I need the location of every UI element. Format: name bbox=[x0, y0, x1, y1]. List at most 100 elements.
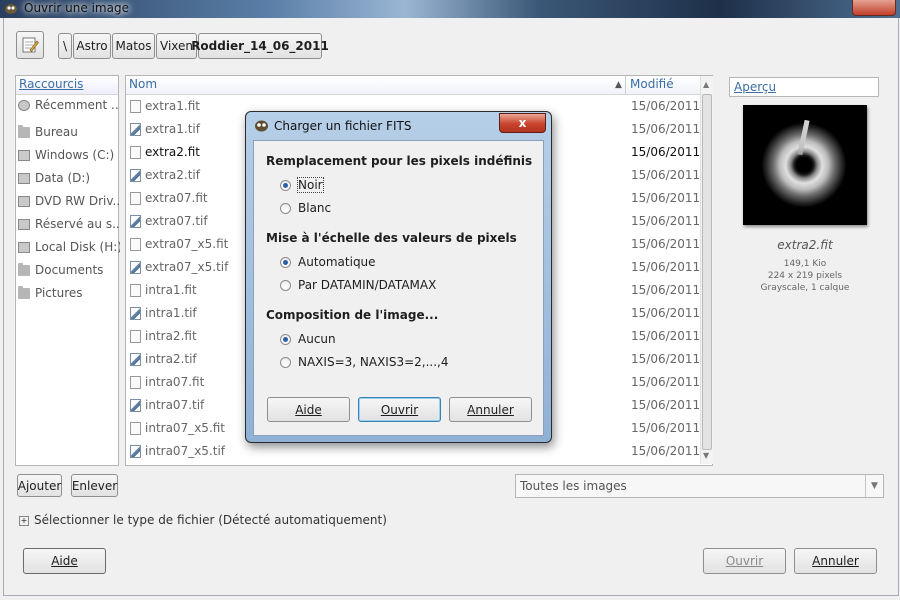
dialog-cancel-button[interactable]: Annuler bbox=[449, 397, 532, 422]
file-date: 15/06/2011 bbox=[631, 283, 701, 297]
gimp-app-icon bbox=[255, 120, 268, 132]
folder-icon bbox=[18, 262, 30, 276]
file-icon bbox=[130, 284, 141, 297]
radio-checked-icon bbox=[280, 256, 291, 268]
section-undefined-pixels: Remplacement pour les pixels indéfinis bbox=[266, 154, 533, 168]
place-desktop[interactable]: Bureau bbox=[18, 122, 120, 142]
file-name: intra07.tif bbox=[145, 398, 205, 412]
file-date: 15/06/2011 bbox=[631, 214, 701, 228]
file-date: 15/06/2011 bbox=[631, 421, 701, 435]
window-close-button[interactable] bbox=[852, 0, 896, 16]
image-file-icon bbox=[130, 399, 141, 412]
dialog-close-button[interactable]: x bbox=[499, 113, 546, 133]
preview-mode: Grayscale, 1 calque bbox=[760, 283, 850, 293]
help-button[interactable]: Aide bbox=[23, 548, 106, 574]
place-documents[interactable]: Documents bbox=[18, 260, 120, 280]
folder-icon bbox=[18, 285, 30, 299]
column-header-modified[interactable]: Modifié bbox=[630, 77, 674, 91]
folder-icon bbox=[18, 124, 30, 138]
place-windows-c[interactable]: Windows (C:) bbox=[18, 145, 120, 165]
radio-blanc[interactable]: Blanc bbox=[280, 201, 331, 215]
place-pictures[interactable]: Pictures bbox=[18, 283, 120, 303]
image-file-icon bbox=[130, 123, 141, 136]
file-date: 15/06/2011 bbox=[631, 375, 701, 389]
file-name: intra07_x5.tif bbox=[145, 444, 226, 458]
file-type-expander[interactable]: + Sélectionner le type de fichier (Détect… bbox=[19, 513, 387, 527]
file-name: extra07_x5.fit bbox=[145, 237, 229, 251]
file-icon bbox=[130, 376, 141, 389]
preview-filename: extra2.fit bbox=[777, 238, 833, 252]
places-header[interactable]: Raccourcis bbox=[16, 76, 118, 95]
place-reserved[interactable]: Réservé au s... bbox=[18, 214, 120, 234]
file-date: 15/06/2011 bbox=[631, 145, 701, 159]
dialog-title: Charger un fichier FITS bbox=[274, 119, 412, 133]
place-data-d[interactable]: Data (D:) bbox=[18, 168, 120, 188]
open-button[interactable]: Ouvrir bbox=[703, 548, 786, 574]
chevron-down-icon[interactable]: ▼ bbox=[865, 475, 883, 497]
add-bookmark-button[interactable]: Ajouter bbox=[17, 474, 62, 497]
place-local-disk-h[interactable]: Local Disk (H:) bbox=[18, 237, 120, 257]
file-name: extra07.tif bbox=[145, 214, 208, 228]
image-file-icon bbox=[130, 261, 141, 274]
preview-dimensions: 224 x 219 pixels bbox=[767, 271, 843, 281]
drive-icon bbox=[18, 149, 30, 161]
file-icon bbox=[130, 100, 141, 113]
dialog-body: Remplacement pour les pixels indéfinis N… bbox=[253, 140, 544, 436]
file-name: extra07_x5.tif bbox=[145, 260, 229, 274]
scrollbar-thumb[interactable] bbox=[702, 94, 712, 450]
radio-noir[interactable]: Noir bbox=[280, 177, 324, 193]
scroll-up-icon[interactable]: ▲ bbox=[703, 80, 709, 89]
file-date: 15/06/2011 bbox=[631, 306, 701, 320]
place-dvd-drive[interactable]: DVD RW Driv... bbox=[18, 191, 120, 211]
file-name: intra1.fit bbox=[145, 283, 197, 297]
file-list-scrollbar[interactable]: ▲ ▼ bbox=[700, 76, 713, 464]
file-date: 15/06/2011 bbox=[631, 237, 701, 251]
radio-naxis[interactable]: NAXIS=3, NAXIS3=2,...,4 bbox=[280, 355, 448, 369]
recent-icon bbox=[18, 99, 30, 111]
radio-checked-icon bbox=[280, 333, 291, 345]
file-name: intra2.tif bbox=[145, 352, 197, 366]
file-filter-select[interactable]: Toutes les images ▼ bbox=[515, 474, 884, 498]
scroll-down-icon[interactable]: ▼ bbox=[703, 451, 709, 460]
places-panel: Raccourcis Récemment ... Bureau Windows … bbox=[15, 75, 120, 466]
cancel-button[interactable]: Annuler bbox=[794, 548, 877, 574]
path-segment-roddier[interactable]: Roddier_14_06_2011 bbox=[191, 33, 329, 59]
file-icon bbox=[130, 238, 141, 251]
file-icon bbox=[130, 422, 141, 435]
expand-plus-icon: + bbox=[19, 515, 29, 526]
file-date: 15/06/2011 bbox=[631, 352, 701, 366]
type-location-button[interactable] bbox=[16, 31, 44, 59]
path-segment-matos[interactable]: Matos bbox=[112, 33, 155, 59]
drive-icon bbox=[18, 218, 30, 230]
dvd-drive-icon bbox=[18, 195, 30, 207]
close-icon: x bbox=[518, 116, 527, 130]
file-date: 15/06/2011 bbox=[631, 122, 701, 136]
file-icon bbox=[130, 146, 141, 159]
radio-automatique[interactable]: Automatique bbox=[280, 255, 376, 269]
preview-panel: Aperçu extra2.fit 149,1 Kio 224 x 219 pi… bbox=[727, 72, 883, 466]
remove-bookmark-button[interactable]: Enlever bbox=[71, 474, 118, 497]
file-date: 15/06/2011 bbox=[631, 444, 701, 458]
file-name: extra1.fit bbox=[145, 99, 200, 113]
drive-icon bbox=[18, 241, 30, 253]
radio-checked-icon bbox=[280, 179, 291, 191]
path-segment-root[interactable]: \ bbox=[58, 33, 72, 59]
radio-datamin-datamax[interactable]: Par DATAMIN/DATAMAX bbox=[280, 278, 436, 292]
file-row[interactable]: intra07_x5.tif 15/06/2011 bbox=[126, 440, 701, 463]
image-file-icon bbox=[130, 169, 141, 182]
image-file-icon bbox=[130, 307, 141, 320]
drive-icon bbox=[18, 172, 30, 184]
path-segment-astro[interactable]: Astro bbox=[73, 33, 111, 59]
radio-aucun[interactable]: Aucun bbox=[280, 332, 336, 346]
pencil-icon bbox=[22, 37, 39, 53]
dialog-open-button[interactable]: Ouvrir bbox=[358, 397, 441, 422]
dialog-help-button[interactable]: Aide bbox=[267, 397, 350, 422]
column-header-name[interactable]: Nom bbox=[129, 77, 157, 91]
preview-size: 149,1 Kio bbox=[783, 259, 827, 269]
sort-arrow-icon: ▲ bbox=[615, 80, 622, 90]
place-recent[interactable]: Récemment ... bbox=[18, 95, 120, 115]
window-titlebar: Ouvrir une image bbox=[0, 0, 900, 18]
file-name: intra07_x5.fit bbox=[145, 421, 226, 435]
preview-thumbnail bbox=[743, 105, 867, 225]
image-file-icon bbox=[130, 353, 141, 366]
